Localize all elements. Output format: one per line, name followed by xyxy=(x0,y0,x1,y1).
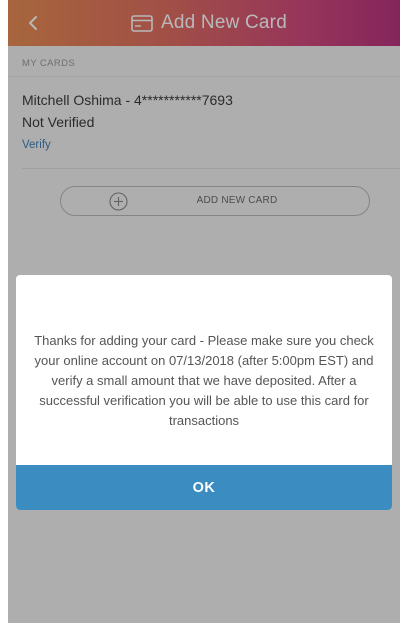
confirmation-dialog: Thanks for adding your card - Please mak… xyxy=(16,275,392,510)
ok-button-label: OK xyxy=(192,479,216,496)
dialog-message: Thanks for adding your card - Please mak… xyxy=(34,333,374,428)
ok-button[interactable]: OK xyxy=(16,465,392,510)
app-screen: Add New Card MY CARDS Mitchell Oshima - … xyxy=(8,0,400,623)
